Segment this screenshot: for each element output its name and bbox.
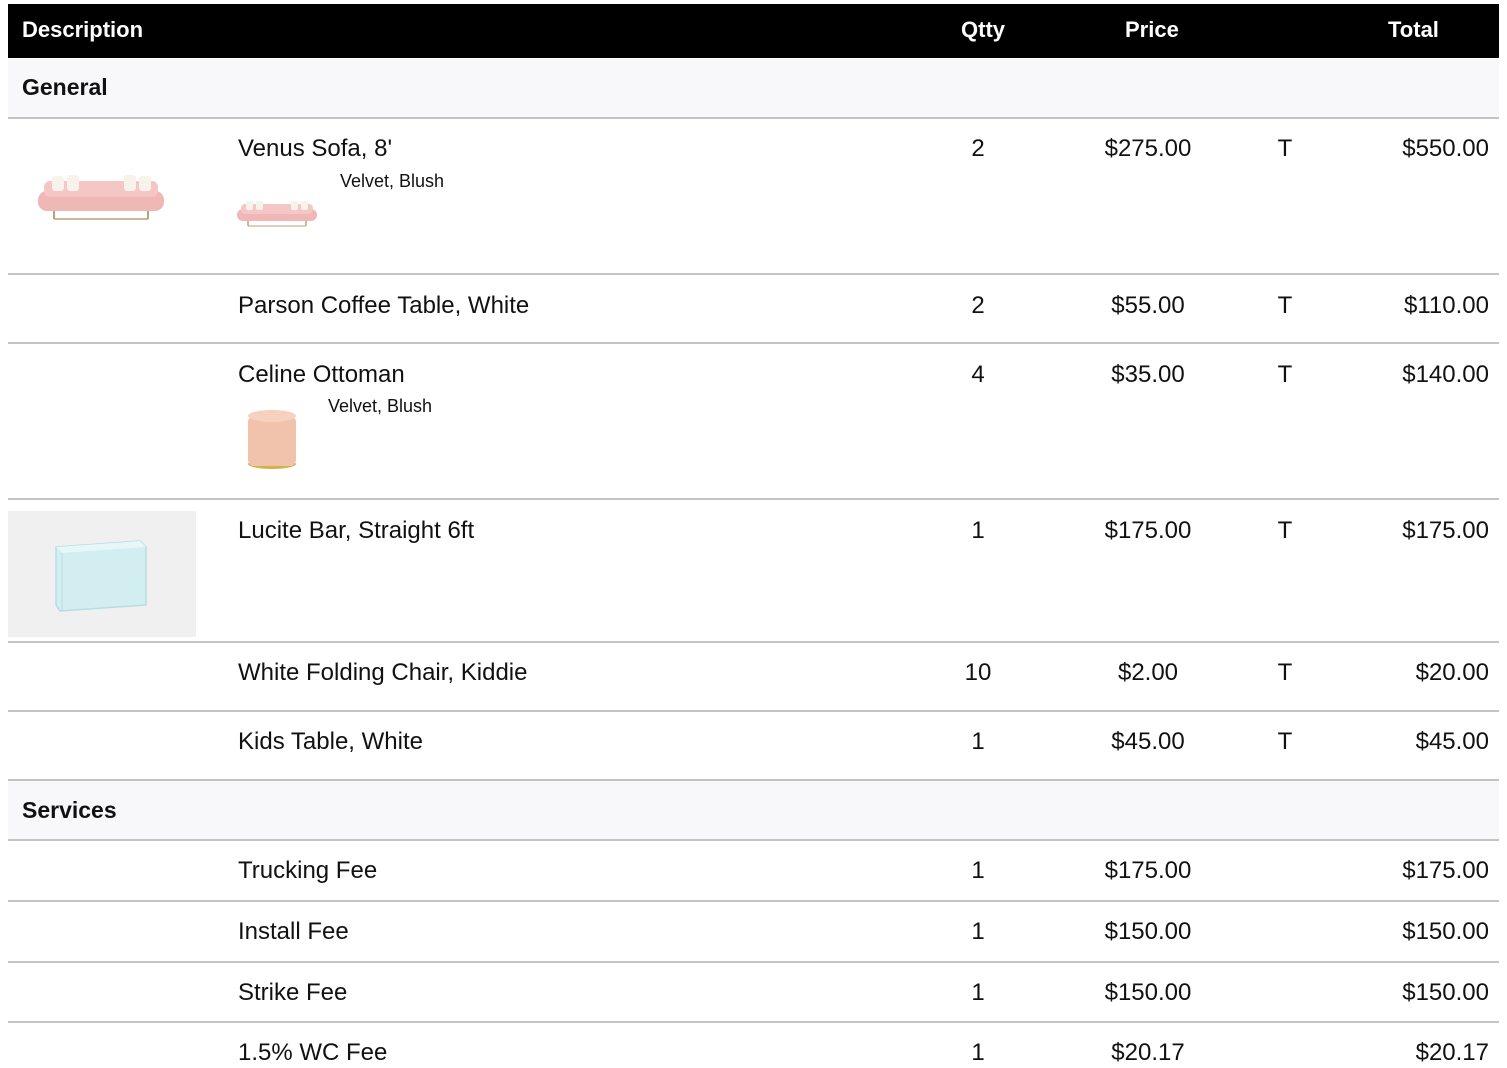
table-header: Description Qtty Price Total	[8, 4, 1499, 58]
item-price: $55.00	[1111, 292, 1185, 319]
item-qty: 2	[971, 292, 985, 319]
item-description: White Folding Chair, Kiddie	[238, 659, 528, 686]
item-description: Parson Coffee Table, White	[238, 292, 530, 319]
item-total: $150.00	[1402, 979, 1489, 1006]
item-total: $150.00	[1402, 918, 1489, 945]
item-qty: 1	[971, 979, 985, 1006]
table-row: Lucite Bar, Straight 6ft 1 $175.00 T $17…	[8, 500, 1499, 641]
item-detail: Velvet, Blush	[340, 171, 445, 191]
blush-ottoman-thumbnail	[248, 410, 296, 469]
item-total: $175.00	[1402, 517, 1489, 544]
item-qty: 4	[971, 361, 985, 388]
table-row: Parson Coffee Table, White 2 $55.00 T $1…	[8, 275, 1499, 342]
section-header-services: Services	[8, 781, 1499, 839]
item-price: $20.17	[1111, 1039, 1185, 1066]
item-description: Venus Sofa, 8'	[238, 135, 393, 162]
item-description: Kids Table, White	[238, 728, 423, 755]
table-row: Install Fee 1 $150.00 $150.00	[8, 902, 1499, 961]
item-qty: 1	[971, 857, 985, 884]
item-total: $20.00	[1415, 659, 1489, 686]
item-price: $175.00	[1104, 857, 1192, 884]
column-header-price: Price	[1125, 17, 1179, 42]
item-price: $2.00	[1117, 659, 1179, 686]
section-header-general: General	[8, 59, 1499, 117]
column-header-total: Total	[1388, 17, 1439, 42]
item-price: $175.00	[1104, 517, 1192, 544]
item-total: $110.00	[1404, 292, 1489, 319]
item-detail: Velvet, Blush	[328, 396, 433, 416]
table-row: 1.5% WC Fee 1 $20.17 $20.17	[8, 1023, 1499, 1068]
table-row: Trucking Fee 1 $175.00 $175.00	[8, 841, 1499, 900]
item-total: $140.00	[1402, 361, 1489, 388]
item-tax-flag: T	[1277, 659, 1293, 686]
item-tax-flag: T	[1277, 361, 1293, 388]
item-description: Install Fee	[238, 918, 349, 945]
item-qty: 10	[964, 659, 992, 686]
item-tax-flag: T	[1277, 517, 1293, 544]
table-row: Celine Ottoman Velvet, Blush 4 $35.00 T …	[8, 344, 1499, 498]
table-row: White Folding Chair, Kiddie 10 $2.00 T $…	[8, 643, 1499, 710]
item-price: $150.00	[1104, 918, 1192, 945]
item-total: $45.00	[1415, 728, 1489, 755]
item-tax-flag: T	[1277, 728, 1293, 755]
item-tax-flag: T	[1277, 135, 1293, 162]
item-price: $35.00	[1111, 361, 1185, 388]
item-total: $20.17	[1415, 1039, 1489, 1066]
item-qty: 2	[971, 135, 985, 162]
item-qty: 1	[971, 918, 985, 945]
item-qty: 1	[971, 517, 985, 544]
lucite-bar-image	[8, 511, 196, 637]
item-total: $550.00	[1402, 135, 1489, 162]
table-row: Strike Fee 1 $150.00 $150.00	[8, 963, 1499, 1021]
item-qty: 1	[971, 1039, 985, 1066]
section-title: Services	[22, 797, 117, 823]
section-title: General	[22, 74, 108, 100]
item-description: Lucite Bar, Straight 6ft	[238, 517, 475, 544]
pink-velvet-sofa-thumbnail	[237, 201, 317, 227]
item-price: $45.00	[1111, 728, 1185, 755]
item-price: $150.00	[1104, 979, 1192, 1006]
item-tax-flag: T	[1277, 292, 1293, 319]
item-description: Strike Fee	[238, 979, 348, 1006]
pink-velvet-sofa-image	[38, 175, 164, 220]
item-description: Trucking Fee	[238, 857, 378, 884]
item-description: 1.5% WC Fee	[238, 1039, 388, 1066]
table-row: Kids Table, White 1 $45.00 T $45.00	[8, 712, 1499, 779]
table-row: Venus Sofa, 8' Velvet, Blush 2 $275.00 T…	[8, 119, 1499, 273]
item-price: $275.00	[1104, 135, 1192, 162]
column-header-description: Description	[22, 17, 144, 42]
column-header-qty: Qtty	[961, 17, 1005, 42]
quote-line-items: Description Qtty Price Total General Ven…	[0, 0, 1507, 1068]
item-qty: 1	[971, 728, 985, 755]
item-total: $175.00	[1402, 857, 1489, 884]
item-description: Celine Ottoman	[238, 361, 405, 388]
